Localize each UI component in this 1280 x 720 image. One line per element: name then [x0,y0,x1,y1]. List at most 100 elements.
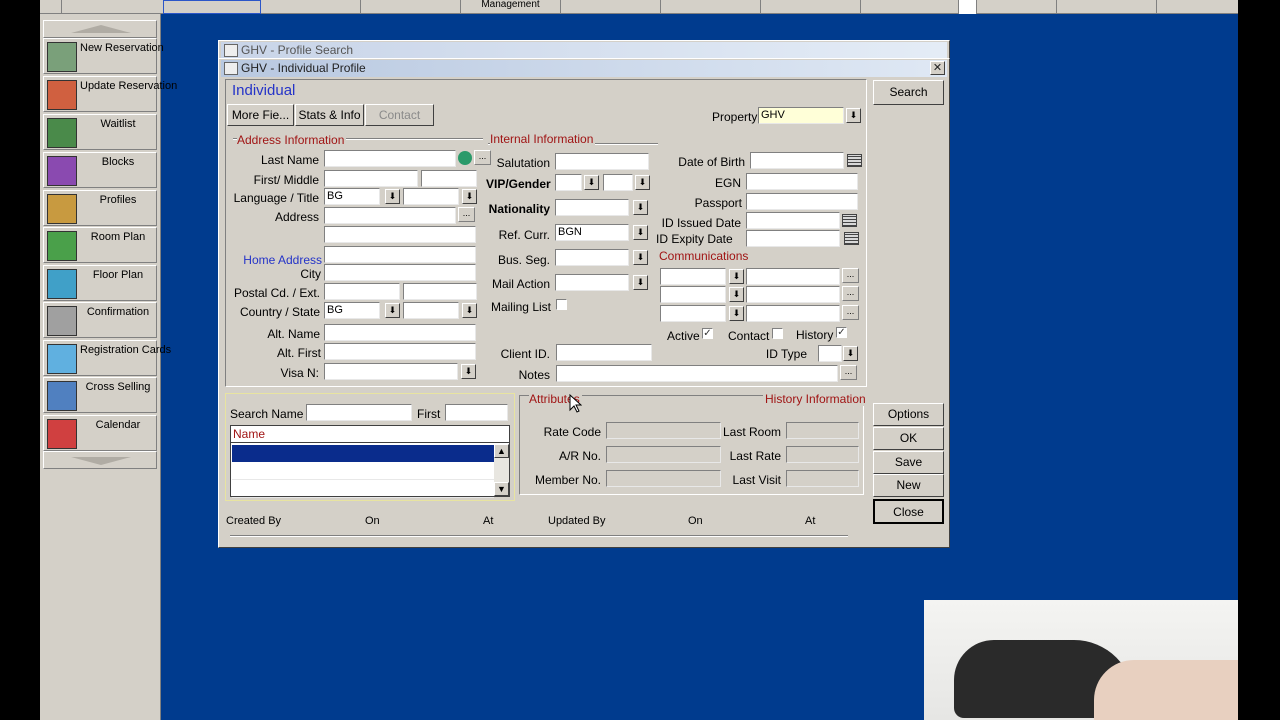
comm-value-3[interactable] [746,305,840,322]
top-tab-2[interactable] [261,0,361,14]
country-field[interactable]: BG [324,302,380,319]
mail-action-field[interactable] [555,274,629,291]
last-name-input[interactable] [324,150,456,167]
top-tab-3[interactable] [361,0,461,14]
comm-2-ellipsis[interactable]: ... [842,286,859,301]
client-id-input[interactable] [556,344,652,361]
top-tab-11[interactable] [1057,0,1157,14]
top-tab-0[interactable] [40,0,62,14]
comm-type-1-dropdown[interactable]: ⬇ [729,269,744,284]
address-line2-input[interactable] [324,226,476,243]
comm-type-2-dropdown[interactable]: ⬇ [729,287,744,302]
search-first-input[interactable] [445,404,508,421]
country-dropdown[interactable]: ⬇ [385,303,400,318]
postal-ext-input[interactable] [403,283,477,300]
sidebar-item-update-reservation[interactable]: Update Reservation [43,76,177,112]
comm-1-ellipsis[interactable]: ... [842,268,859,283]
top-tab-10[interactable] [977,0,1057,14]
visa-dropdown[interactable]: ⬇ [461,364,476,379]
comm-type-2[interactable] [660,286,726,303]
table-row[interactable] [232,463,494,480]
profile-search-window[interactable]: GHV - Profile Search [218,40,950,60]
comm-type-3-dropdown[interactable]: ⬇ [729,306,744,321]
top-tab-management[interactable]: Management [461,0,561,14]
globe-icon[interactable] [458,151,472,165]
egn-input[interactable] [746,173,858,190]
language-field[interactable]: BG [324,188,380,205]
contact-button[interactable]: Contact [365,104,434,126]
contact-checkbox[interactable] [772,328,783,339]
search-button[interactable]: Search [873,80,944,105]
vip-dropdown[interactable]: ⬇ [584,175,599,190]
individual-profile-titlebar[interactable]: GHV - Individual Profile ✕ [221,60,947,77]
comm-3-ellipsis[interactable]: ... [842,305,859,320]
history-checkbox[interactable]: ✓ [836,327,847,338]
sidebar-scroll-up[interactable] [43,20,157,38]
profile-search-titlebar[interactable]: GHV - Profile Search [221,42,947,59]
address-line3-input[interactable] [324,246,476,263]
scroll-down-icon[interactable]: ▼ [494,482,509,496]
ref-curr-field[interactable]: BGN [555,224,629,241]
search-name-input[interactable] [306,404,412,421]
top-tab-8[interactable] [861,0,959,14]
middle-name-input[interactable] [421,170,477,187]
sidebar-item-room-plan[interactable]: Room Plan [43,227,157,263]
sidebar-item-new-reservation[interactable]: New Reservation [43,38,164,74]
calendar-icon[interactable] [842,214,857,227]
property-field[interactable]: GHV [758,107,844,124]
ref-curr-dropdown[interactable]: ⬇ [633,225,648,240]
options-button[interactable]: Options [873,403,944,426]
alt-first-input[interactable] [324,343,476,360]
calendar-icon[interactable] [847,154,862,167]
id-expiry-input[interactable] [746,230,840,247]
comm-value-2[interactable] [746,286,840,303]
nationality-field[interactable] [555,199,629,216]
sidebar-item-calendar[interactable]: Calendar [43,415,157,451]
stats-info-button[interactable]: Stats & Info [295,104,364,126]
comm-type-3[interactable] [660,305,726,322]
sidebar-item-profiles[interactable]: Profiles [43,190,157,226]
id-type-dropdown[interactable]: ⬇ [843,346,858,361]
nationality-dropdown[interactable]: ⬇ [633,200,648,215]
new-button[interactable]: New [873,474,944,497]
mail-action-dropdown[interactable]: ⬇ [633,275,648,290]
sidebar-item-cross-selling[interactable]: Cross Selling [43,377,157,413]
ok-button[interactable]: OK [873,427,944,450]
property-dropdown[interactable]: ⬇ [846,108,861,123]
active-checkbox[interactable]: ✓ [702,328,713,339]
alt-name-input[interactable] [324,324,476,341]
top-tab-6[interactable] [661,0,761,14]
gender-field[interactable] [603,174,633,191]
address-ellipsis[interactable]: ... [458,207,475,222]
scroll-up-icon[interactable]: ▲ [494,444,509,458]
search-results-grid[interactable]: Name ▲ ▼ [230,425,510,498]
bus-seg-field[interactable] [555,249,629,266]
bus-seg-dropdown[interactable]: ⬇ [633,250,648,265]
top-tab-9[interactable] [959,0,977,14]
dob-input[interactable] [750,152,844,169]
sidebar-item-blocks[interactable]: Blocks [43,152,157,188]
sidebar-item-confirmation[interactable]: Confirmation [43,302,157,338]
save-button[interactable]: Save [873,451,944,474]
scrollbar[interactable]: ▲ ▼ [494,444,509,496]
id-issued-input[interactable] [746,212,840,229]
close-icon[interactable]: ✕ [930,61,945,75]
sidebar-scroll-down[interactable] [43,451,157,469]
vip-field[interactable] [555,174,582,191]
state-field[interactable] [403,302,459,319]
postal-code-input[interactable] [324,283,400,300]
id-type-field[interactable] [818,345,842,362]
sidebar-item-registration-cards[interactable]: Registration Cards [43,340,171,376]
address-line1-input[interactable] [324,207,456,224]
mailing-list-checkbox[interactable] [556,299,567,310]
salutation-input[interactable] [555,153,649,170]
gender-dropdown[interactable]: ⬇ [635,175,650,190]
state-dropdown[interactable]: ⬇ [462,303,477,318]
table-row[interactable] [232,445,494,462]
close-button[interactable]: Close [873,499,944,524]
comm-value-1[interactable] [746,268,840,285]
comm-type-1[interactable] [660,268,726,285]
language-dropdown[interactable]: ⬇ [385,189,400,204]
name-column-header[interactable]: Name [231,426,509,443]
city-input[interactable] [324,264,476,281]
